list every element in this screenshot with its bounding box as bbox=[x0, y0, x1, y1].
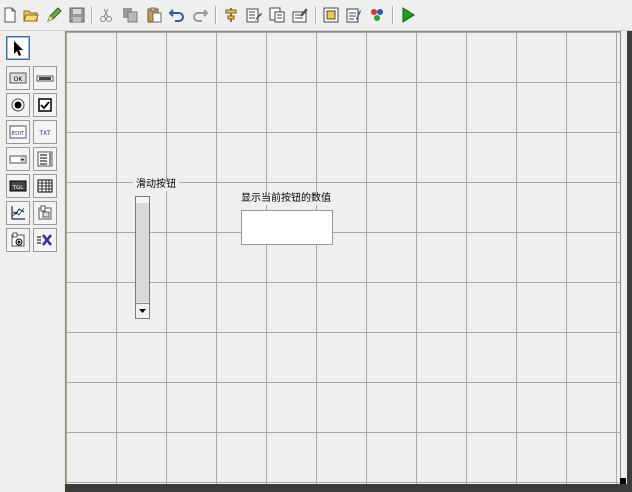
object-browser-icon[interactable] bbox=[322, 6, 340, 24]
component-palette: OK EDIT TXT TGL bbox=[0, 31, 64, 492]
toggle-button-tool[interactable]: TGL bbox=[6, 174, 30, 198]
static-text-tool-label: TXT bbox=[38, 130, 51, 137]
activex-tool-icon[interactable] bbox=[33, 228, 57, 252]
slider-control[interactable] bbox=[135, 196, 150, 319]
table-tool-icon[interactable] bbox=[33, 174, 57, 198]
toggle-button-tool-label: TGL bbox=[12, 185, 25, 191]
canvas-resize-bar-bottom[interactable] bbox=[65, 484, 632, 492]
align-icon[interactable] bbox=[222, 6, 240, 24]
popup-menu-tool-icon[interactable] bbox=[6, 147, 30, 171]
edit-text-tool-label: EDIT bbox=[12, 131, 25, 137]
undo-icon[interactable] bbox=[168, 6, 186, 24]
select-tool-icon[interactable] bbox=[6, 36, 30, 60]
run-icon[interactable] bbox=[399, 6, 417, 24]
panel-tool-icon[interactable] bbox=[33, 201, 57, 225]
slider-label[interactable]: 滑动按钮 bbox=[133, 179, 179, 191]
radio-button-tool-icon[interactable] bbox=[6, 93, 30, 117]
save-icon[interactable] bbox=[68, 6, 86, 24]
redo-icon[interactable] bbox=[191, 6, 209, 24]
button-group-tool-icon[interactable] bbox=[6, 228, 30, 252]
value-label[interactable]: 显示当前按钮的数值 bbox=[241, 193, 331, 205]
menu-editor-icon[interactable] bbox=[291, 6, 309, 24]
value-edit-box[interactable] bbox=[241, 210, 333, 245]
canvas-resize-bar-right[interactable] bbox=[627, 31, 632, 484]
cut-icon[interactable] bbox=[97, 6, 115, 24]
checkbox-tool-icon[interactable] bbox=[33, 93, 57, 117]
toolbar bbox=[0, 0, 632, 31]
tab-order-icon[interactable] bbox=[268, 6, 286, 24]
property-editor-icon[interactable] bbox=[245, 6, 263, 24]
m-file-editor-icon[interactable] bbox=[345, 6, 363, 24]
copy-icon[interactable] bbox=[121, 6, 139, 24]
open-file-icon[interactable] bbox=[22, 6, 40, 24]
slider-track[interactable] bbox=[136, 203, 149, 302]
new-file-icon[interactable] bbox=[1, 6, 19, 24]
axes-tool-icon[interactable] bbox=[6, 201, 30, 225]
edit-text-tool[interactable]: EDIT bbox=[6, 120, 30, 144]
push-button-tool-label: OK bbox=[14, 76, 24, 83]
listbox-tool-icon[interactable] bbox=[33, 147, 57, 171]
color-icon[interactable] bbox=[368, 6, 386, 24]
slider-down-arrow-icon[interactable] bbox=[136, 303, 149, 318]
push-button-tool[interactable]: OK bbox=[6, 66, 30, 90]
static-text-tool[interactable]: TXT bbox=[33, 120, 57, 144]
canvas-resize-handle[interactable] bbox=[620, 478, 626, 484]
paste-icon[interactable] bbox=[145, 6, 163, 24]
edit-icon[interactable] bbox=[45, 6, 63, 24]
slider-tool-icon[interactable] bbox=[33, 66, 57, 90]
